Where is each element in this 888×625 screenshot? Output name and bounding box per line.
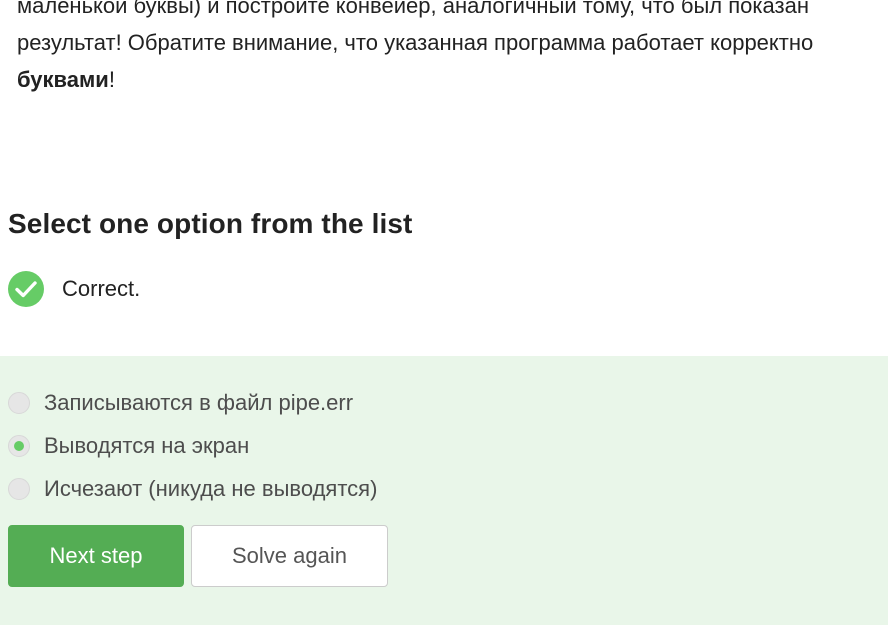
step-text-line-3: буквами!	[17, 61, 888, 98]
action-buttons: Next step Solve again	[8, 525, 388, 587]
option-item[interactable]: Записываются в файл pipe.err	[8, 381, 377, 424]
option-label: Исчезают (никуда не выводятся)	[44, 475, 378, 501]
option-label: Записываются в файл pipe.err	[44, 389, 354, 415]
page: маленькой буквы) и постройте конвейер, а…	[0, 0, 888, 625]
option-item-selected[interactable]: Выводятся на экран	[8, 424, 377, 467]
option-label: Выводятся на экран	[44, 432, 250, 458]
next-step-button[interactable]: Next step	[8, 525, 184, 587]
option-item[interactable]: Исчезают (никуда не выводятся)	[8, 467, 377, 510]
solve-again-button[interactable]: Solve again	[191, 525, 388, 587]
radio-dot-icon	[14, 440, 24, 451]
step-text: маленькой буквы) и постройте конвейер, а…	[17, 0, 888, 98]
radio-button[interactable]	[8, 477, 30, 500]
step-text-bold: буквами	[17, 67, 109, 92]
quiz-status: Correct.	[8, 271, 140, 307]
quiz-title: Select one option from the list	[8, 208, 413, 239]
status-text: Correct.	[62, 276, 141, 301]
check-icon	[8, 271, 44, 307]
option-list: Записываются в файл pipe.err Выводятся н…	[8, 381, 377, 510]
answer-area: Записываются в файл pipe.err Выводятся н…	[0, 356, 888, 625]
step-text-line-1: маленькой буквы) и постройте конвейер, а…	[17, 0, 809, 18]
radio-button-selected[interactable]	[8, 434, 30, 457]
step-text-tail: !	[108, 67, 115, 92]
step-text-line-2: результат! Обратите внимание, что указан…	[17, 30, 814, 55]
radio-button[interactable]	[8, 391, 30, 414]
